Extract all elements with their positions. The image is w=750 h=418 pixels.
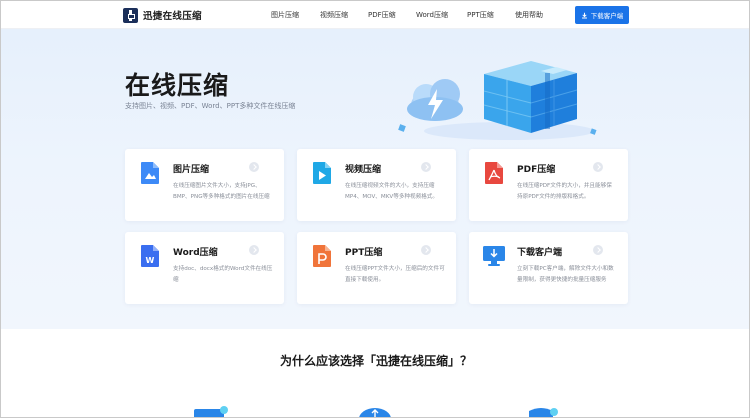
nav-image-compress[interactable]: 图片压缩 (271, 10, 299, 20)
card-title: PPT压缩 (345, 248, 383, 258)
card-title: PDF压缩 (517, 165, 556, 175)
why-choose-heading: 为什么应该选择「迅捷在线压缩」？ (279, 354, 472, 368)
box-icon (483, 61, 578, 133)
nav-video-compress[interactable]: 视频压缩 (320, 10, 348, 20)
card-pdf-compress[interactable]: PDF压缩 在线压缩PDF文件的大小，并且能够保持原PDF文件的排版和格式。 (469, 149, 628, 221)
card-desc: 在线压缩PDF文件的大小，并且能够保持原PDF文件的排版和格式。 (517, 183, 612, 200)
feature-shield-icon (529, 408, 558, 417)
card-ppt-compress[interactable]: PPT压缩 在线压缩PPT文件大小，压缩后的文件可直接下载使用。 (297, 232, 456, 304)
chevron-right-icon (593, 162, 603, 172)
nav-help[interactable]: 使用帮助 (515, 10, 543, 20)
card-image-compress[interactable]: 图片压缩 在线压缩图片文件大小，支持JPG、BMP、PNG等多种格式的图片在线压… (125, 149, 284, 221)
card-title: Word压缩 (173, 248, 218, 258)
card-video-compress[interactable]: 视频压缩 在线压缩视频文件的大小，支持压缩MP4、MOV、MKV等多种视频格式。 (297, 149, 456, 221)
download-icon (581, 12, 587, 18)
feature-monitor-icon (194, 406, 228, 417)
cloud-lightning-icon (407, 79, 463, 121)
svg-text:W: W (146, 256, 155, 265)
video-file-icon (313, 162, 331, 184)
download-client-button[interactable]: 下载客户端 (575, 6, 629, 24)
zipper-logo-icon (123, 7, 138, 23)
card-title: 视频压缩 (345, 165, 382, 175)
card-download-client[interactable]: 下载客户端 立刻下载PC客户端，解除文件大小和数量限制，获得更快捷的批量压缩服务 (469, 232, 628, 304)
chevron-right-icon (421, 162, 431, 172)
image-file-icon (141, 162, 159, 184)
card-word-compress[interactable]: W Word压缩 支持doc、docx格式的Word文件在线压缩 (125, 232, 284, 304)
monitor-download-icon (483, 246, 505, 266)
chevron-right-icon (421, 245, 431, 255)
site-logo[interactable]: 迅捷在线压缩 (123, 7, 202, 23)
chevron-right-icon (249, 162, 259, 172)
card-desc: 在线压缩视频文件的大小，支持压缩MP4、MOV、MKV等多种视频格式。 (345, 183, 438, 200)
chevron-right-icon (593, 245, 603, 255)
card-desc: 在线压缩图片文件大小，支持JPG、BMP、PNG等多种格式的图片在线压缩 (173, 183, 270, 200)
nav-pdf-compress[interactable]: PDF压缩 (368, 10, 396, 20)
logo-text: 迅捷在线压缩 (143, 11, 202, 22)
pdf-file-icon (485, 162, 503, 184)
compress-box-illustration (398, 61, 597, 140)
chevron-right-icon (249, 245, 259, 255)
top-navbar: 迅捷在线压缩 图片压缩 视频压缩 PDF压缩 Word压缩 PPT压缩 使用帮助… (1, 1, 749, 29)
nav-word-compress[interactable]: Word压缩 (416, 10, 448, 20)
card-title: 下载客户端 (517, 248, 563, 258)
nav-ppt-compress[interactable]: PPT压缩 (467, 10, 494, 20)
page-frame: 迅捷在线压缩 图片压缩 视频压缩 PDF压缩 Word压缩 PPT压缩 使用帮助… (0, 0, 750, 418)
hero-title: 在线压缩 (125, 71, 230, 100)
card-desc: 支持doc、docx格式的Word文件在线压缩 (173, 266, 273, 283)
card-desc: 立刻下载PC客户端，解除文件大小和数量限制，获得更快捷的批量压缩服务 (517, 266, 614, 283)
feature-cloud-icon (359, 408, 391, 417)
ppt-file-icon (313, 245, 331, 267)
download-client-label: 下载客户端 (590, 12, 624, 20)
card-desc: 在线压缩PPT文件大小，压缩后的文件可直接下载使用。 (345, 266, 445, 283)
card-title: 图片压缩 (173, 165, 210, 175)
hero-subtitle: 支持图片、视频、PDF、Word、PPT多种文件在线压缩 (125, 102, 296, 110)
word-file-icon: W (141, 245, 159, 267)
